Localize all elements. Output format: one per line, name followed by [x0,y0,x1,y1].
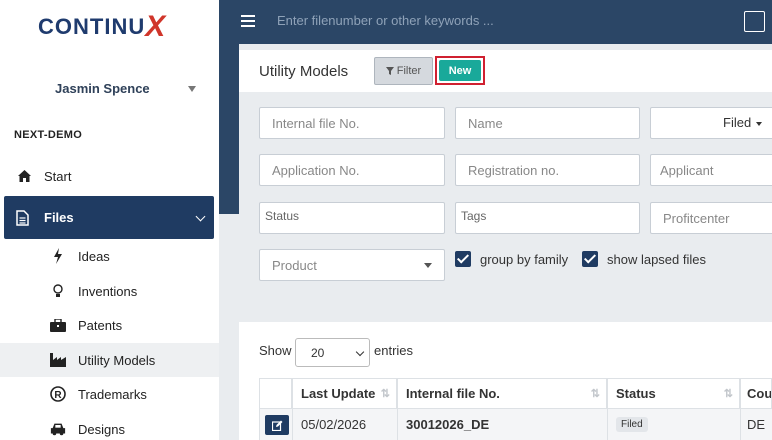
status-badge: Filed [616,417,648,432]
filed-select-value: Filed [723,115,752,130]
cell-country: DE [740,409,772,440]
column-header-country[interactable]: Cou [740,378,772,409]
product-select[interactable]: Product [259,249,445,281]
column-header-internal-file-no[interactable]: Internal file No. ⇅ [397,378,607,409]
column-header-label: Internal file No. [406,386,500,401]
registered-icon: R [50,386,66,402]
hamburger-menu-icon[interactable] [241,15,255,27]
sidebar-item-label: Files [44,210,74,225]
sidebar-item-patents[interactable]: Patents [0,308,219,342]
show-lapsed-files-label: show lapsed files [607,252,706,267]
column-header-label: Last Update [301,386,376,401]
sidebar-item-files[interactable]: Files [4,196,214,239]
briefcase-icon [50,317,66,333]
user-name[interactable]: Jasmin Spence [55,81,150,96]
registration-no-field[interactable]: Registration no. [455,154,640,186]
entries-select-value: 20 [311,345,325,360]
filter-button[interactable]: Filter [374,57,433,85]
sidebar-item-label: Utility Models [78,352,156,368]
bolt-icon [50,248,66,264]
fullscreen-toggle-icon[interactable] [744,11,765,32]
logo-text: CONTINU [38,14,146,39]
name-field[interactable]: Name [455,107,640,139]
filed-select[interactable] [650,107,772,139]
show-lapsed-files-checkbox[interactable] [582,251,598,267]
new-button[interactable]: New [439,60,481,81]
lightbulb-icon [50,283,66,299]
application-no-field[interactable]: Application No. [259,154,445,186]
tags-field[interactable]: Tags [455,202,640,234]
sidebar-item-label: Patents [78,317,123,333]
column-header-status[interactable]: Status ⇅ [607,378,740,409]
page-title: Utility Models [259,63,349,80]
workspace-label: NEXT-DEMO [14,129,83,141]
sidebar-item-inventions[interactable]: Inventions [0,274,219,308]
entries-label: entries [374,343,414,358]
caret-down-icon [756,122,762,126]
search-input[interactable]: Enter filenumber or other keywords ... [277,13,494,28]
sidebar-item-start[interactable]: Start [0,160,219,192]
column-header-last-update[interactable]: Last Update ⇅ [292,378,397,409]
user-menu-caret-icon[interactable] [188,86,196,92]
sidebar-item-ideas[interactable]: Ideas [0,239,219,273]
caret-down-icon [424,263,432,268]
industry-icon [50,352,66,368]
sidebar-item-label: Designs [78,421,125,437]
column-header-label: Status [616,386,656,401]
logo-x: X [145,10,167,43]
filter-icon [385,67,394,75]
sort-icon: ⇅ [723,388,733,400]
logo[interactable]: CONTINUX [38,8,167,43]
sidebar-item-label: Start [44,168,72,184]
sort-icon: ⇅ [590,388,600,400]
edit-button[interactable] [265,415,289,435]
chevron-down-icon [195,211,206,222]
group-by-family-label: group by family [480,252,569,267]
sort-icon: ⇅ [380,388,390,400]
entries-select[interactable]: 20 [295,338,370,367]
chevron-down-icon [355,347,365,357]
sidebar-item-label: Trademarks [78,386,147,402]
cell-status: Filed [607,409,740,440]
sidebar-item-designs[interactable]: Designs [0,412,219,440]
filter-button-label: Filter [396,65,422,77]
applicant-field[interactable]: Applicant [650,154,772,186]
status-field[interactable]: Status [259,202,445,234]
sidebar-item-utility-models[interactable]: Utility Models [0,343,219,377]
header-band [219,44,239,214]
cell-internal-file-no[interactable]: 30012026_DE [397,409,607,440]
sidebar-item-trademarks[interactable]: R Trademarks [0,377,219,411]
home-icon [16,168,32,184]
svg-text:R: R [54,390,62,401]
group-by-family-checkbox[interactable] [455,251,471,267]
sidebar: CONTINUX Jasmin Spence NEXT-DEMO Start F… [0,0,219,440]
edit-icon [271,420,282,431]
sidebar-item-label: Ideas [78,248,110,264]
table-header-actions [259,378,292,409]
show-label: Show [259,343,292,358]
profitcenter-field[interactable]: Profitcenter [650,202,772,234]
cell-last-update: 05/02/2026 [292,409,397,440]
column-header-label: Cou [747,386,772,401]
car-icon [50,421,66,437]
file-icon [14,209,30,226]
internal-file-no-field[interactable]: Internal file No. [259,107,445,139]
sidebar-item-label: Inventions [78,283,138,299]
